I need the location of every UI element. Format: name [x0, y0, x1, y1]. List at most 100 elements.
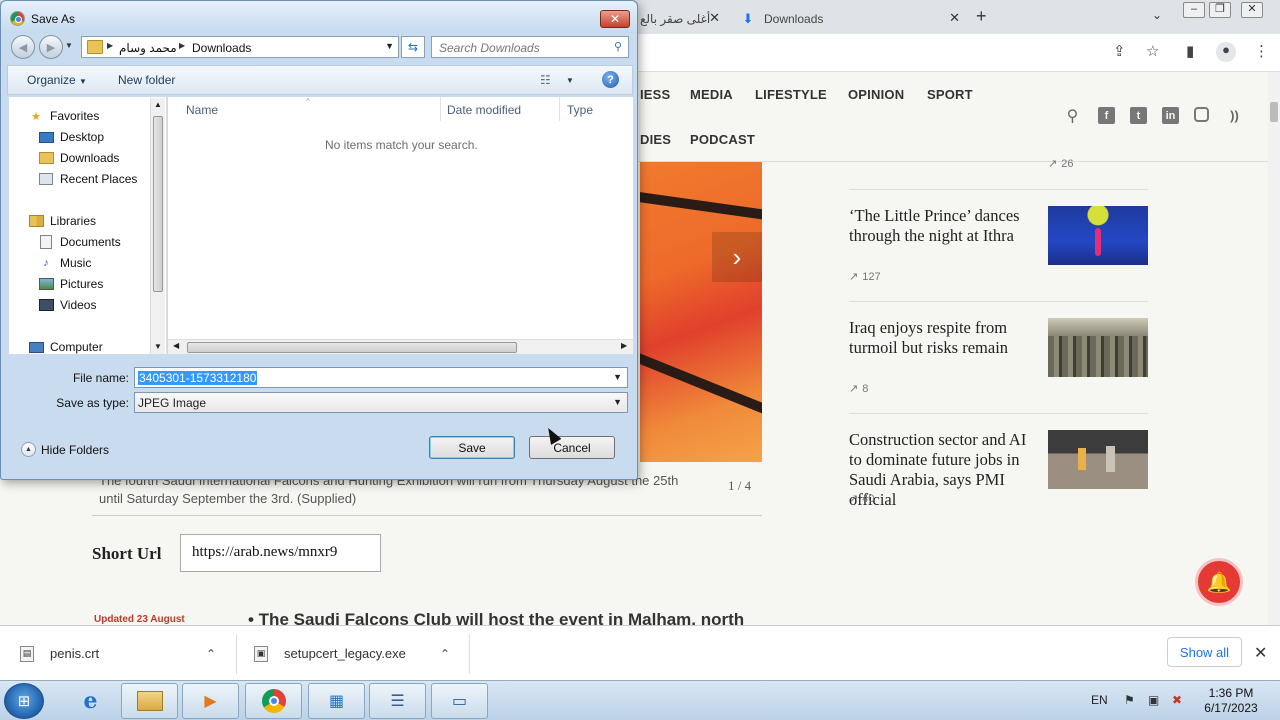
facebook-icon[interactable]: f	[1098, 107, 1115, 124]
network-icon[interactable]: ▣	[1148, 693, 1159, 707]
rss-icon[interactable]: ))	[1226, 107, 1243, 124]
chevron-down-icon[interactable]: ▼	[385, 41, 394, 51]
share-icon[interactable]: ⇪	[1113, 42, 1126, 60]
chevron-right-icon[interactable]: ▶	[621, 341, 627, 350]
linkedin-icon[interactable]: in	[1162, 107, 1179, 124]
save-type-select[interactable]: JPEG Image ▼	[134, 392, 628, 413]
file-name-field[interactable]: 3405301-1573312180 ▼	[134, 367, 628, 388]
article-title[interactable]: ‘The Little Prince’ dances through the n…	[849, 206, 1039, 246]
profile-icon[interactable]: ●	[1216, 42, 1236, 62]
nav-pictures[interactable]: Pictures	[38, 277, 103, 291]
nav-documents[interactable]: Documents	[38, 235, 121, 249]
remote-desktop-icon[interactable]: ▭	[431, 683, 488, 719]
article-thumbnail[interactable]	[1048, 318, 1148, 377]
download-filename[interactable]: setupcert_legacy.exe	[284, 646, 406, 661]
chevron-up-icon[interactable]: ⌃	[206, 647, 216, 661]
chevron-up-icon[interactable]: ▲	[154, 100, 162, 109]
nav-studies[interactable]: DIES	[640, 132, 671, 147]
close-icon[interactable]: ✕	[709, 10, 720, 26]
notepad-icon[interactable]: ☰	[369, 683, 426, 719]
nav-podcast[interactable]: PODCAST	[690, 132, 755, 147]
file-list-hscrollbar[interactable]: ◀ ▶	[168, 339, 633, 354]
nav-media[interactable]: MEDIA	[690, 87, 733, 102]
breadcrumb[interactable]: ▶ محمد وسام ▶ Downloads ▼	[81, 36, 399, 58]
close-icon[interactable]: ✕	[600, 10, 630, 28]
help-icon[interactable]: ?	[602, 71, 619, 88]
file-explorer-icon[interactable]	[121, 683, 178, 719]
nav-opinion[interactable]: OPINION	[848, 87, 904, 102]
chevron-up-icon[interactable]: ⌃	[440, 647, 450, 661]
nav-favorites[interactable]: ★ Favorites	[28, 109, 99, 123]
media-player-icon[interactable]: ▶	[182, 683, 239, 719]
search-input[interactable]: Search Downloads ⚲	[431, 36, 629, 58]
internet-explorer-icon[interactable]: e	[62, 683, 119, 719]
organize-button[interactable]: Organize ▼	[27, 73, 87, 87]
nav-sport[interactable]: SPORT	[927, 87, 973, 102]
nav-libraries[interactable]: Libraries	[28, 214, 96, 228]
clock[interactable]: 1:36 PM 6/17/2023	[1196, 686, 1266, 716]
twitter-icon[interactable]: t	[1130, 107, 1147, 124]
nav-downloads[interactable]: Downloads	[38, 151, 119, 165]
search-icon[interactable]: ⚲	[1064, 107, 1081, 125]
chevron-right-icon[interactable]: ▶	[179, 41, 185, 50]
column-name[interactable]: Name	[186, 103, 218, 117]
short-url-field[interactable]: https://arab.news/mnxr9	[180, 534, 381, 572]
volume-muted-icon[interactable]: ✖	[1172, 693, 1182, 707]
close-icon[interactable]: ✕	[949, 10, 960, 26]
chevron-down-icon[interactable]: ▼	[65, 41, 73, 50]
instagram-icon[interactable]	[1194, 107, 1209, 122]
column-date-modified[interactable]: Date modified	[447, 103, 521, 117]
star-icon[interactable]: ☆	[1146, 42, 1159, 60]
refresh-icon[interactable]: ⇆	[401, 36, 425, 58]
minimize-button[interactable]: –	[1183, 2, 1205, 18]
column-type[interactable]: Type	[567, 103, 593, 117]
view-options-icon[interactable]: ☷	[540, 73, 551, 87]
restore-button[interactable]: ❐	[1209, 2, 1231, 18]
nav-pane-scrollbar[interactable]: ▲ ▼	[150, 98, 165, 354]
back-icon[interactable]: ◀	[11, 35, 35, 59]
column-divider[interactable]	[440, 97, 441, 121]
nav-business[interactable]: IESS	[640, 87, 670, 102]
side-panel-icon[interactable]: ▮	[1186, 42, 1194, 60]
save-button[interactable]: Save	[429, 436, 515, 459]
flag-icon[interactable]: ⚑	[1124, 693, 1135, 707]
download-item[interactable]: ▣ setupcert_legacy.exe ⌃	[254, 626, 464, 681]
nav-videos[interactable]: Videos	[38, 298, 96, 312]
nav-recent-places[interactable]: Recent Places	[38, 172, 137, 186]
chevron-down-icon[interactable]: ▼	[154, 342, 162, 351]
menu-icon[interactable]: ⋮	[1254, 42, 1269, 60]
chevron-down-icon[interactable]: ▼	[566, 76, 574, 85]
breadcrumb-user[interactable]: محمد وسام	[119, 41, 177, 55]
chevron-right-icon[interactable]: ▶	[107, 41, 113, 50]
column-divider[interactable]	[559, 97, 560, 121]
chrome-icon[interactable]	[245, 683, 302, 719]
download-item[interactable]: ▤ penis.crt ⌃	[20, 626, 230, 681]
tab-downloads[interactable]: ⬇ Downloads ✕	[730, 4, 970, 34]
control-panel-icon[interactable]: ▦	[308, 683, 365, 719]
nav-music[interactable]: ♪ Music	[38, 256, 91, 270]
breadcrumb-downloads[interactable]: Downloads	[192, 41, 251, 55]
nav-desktop[interactable]: Desktop	[38, 130, 104, 144]
show-all-button[interactable]: Show all	[1167, 637, 1242, 667]
start-button[interactable]: ⊞	[4, 683, 44, 719]
nav-computer[interactable]: Computer	[28, 340, 103, 354]
new-folder-button[interactable]: New folder	[118, 73, 175, 87]
new-tab-button[interactable]: +	[976, 6, 987, 27]
bell-icon[interactable]: 🔔	[1195, 558, 1243, 606]
cancel-button[interactable]: Cancel	[529, 436, 615, 459]
close-icon[interactable]: ✕	[1254, 643, 1267, 663]
dialog-titlebar[interactable]: Save As ✕	[1, 1, 637, 33]
page-scrollbar[interactable]	[1268, 72, 1280, 625]
chevron-right-icon[interactable]: ›	[712, 232, 762, 282]
article-title[interactable]: Iraq enjoys respite from turmoil but ris…	[849, 318, 1039, 358]
chevron-left-icon[interactable]: ◀	[173, 341, 179, 350]
hide-folders-button[interactable]: ▲ Hide Folders	[21, 442, 109, 457]
tab-falcon-article[interactable]: أغلى صقر بالع ✕	[640, 4, 730, 34]
nav-lifestyle[interactable]: LIFESTYLE	[755, 87, 827, 102]
forward-icon[interactable]: ▶	[39, 35, 63, 59]
chevron-down-icon[interactable]: ▼	[613, 372, 622, 382]
article-thumbnail[interactable]	[1048, 206, 1148, 265]
language-indicator[interactable]: EN	[1091, 693, 1108, 707]
article-thumbnail[interactable]	[1048, 430, 1148, 489]
download-filename[interactable]: penis.crt	[50, 646, 99, 661]
